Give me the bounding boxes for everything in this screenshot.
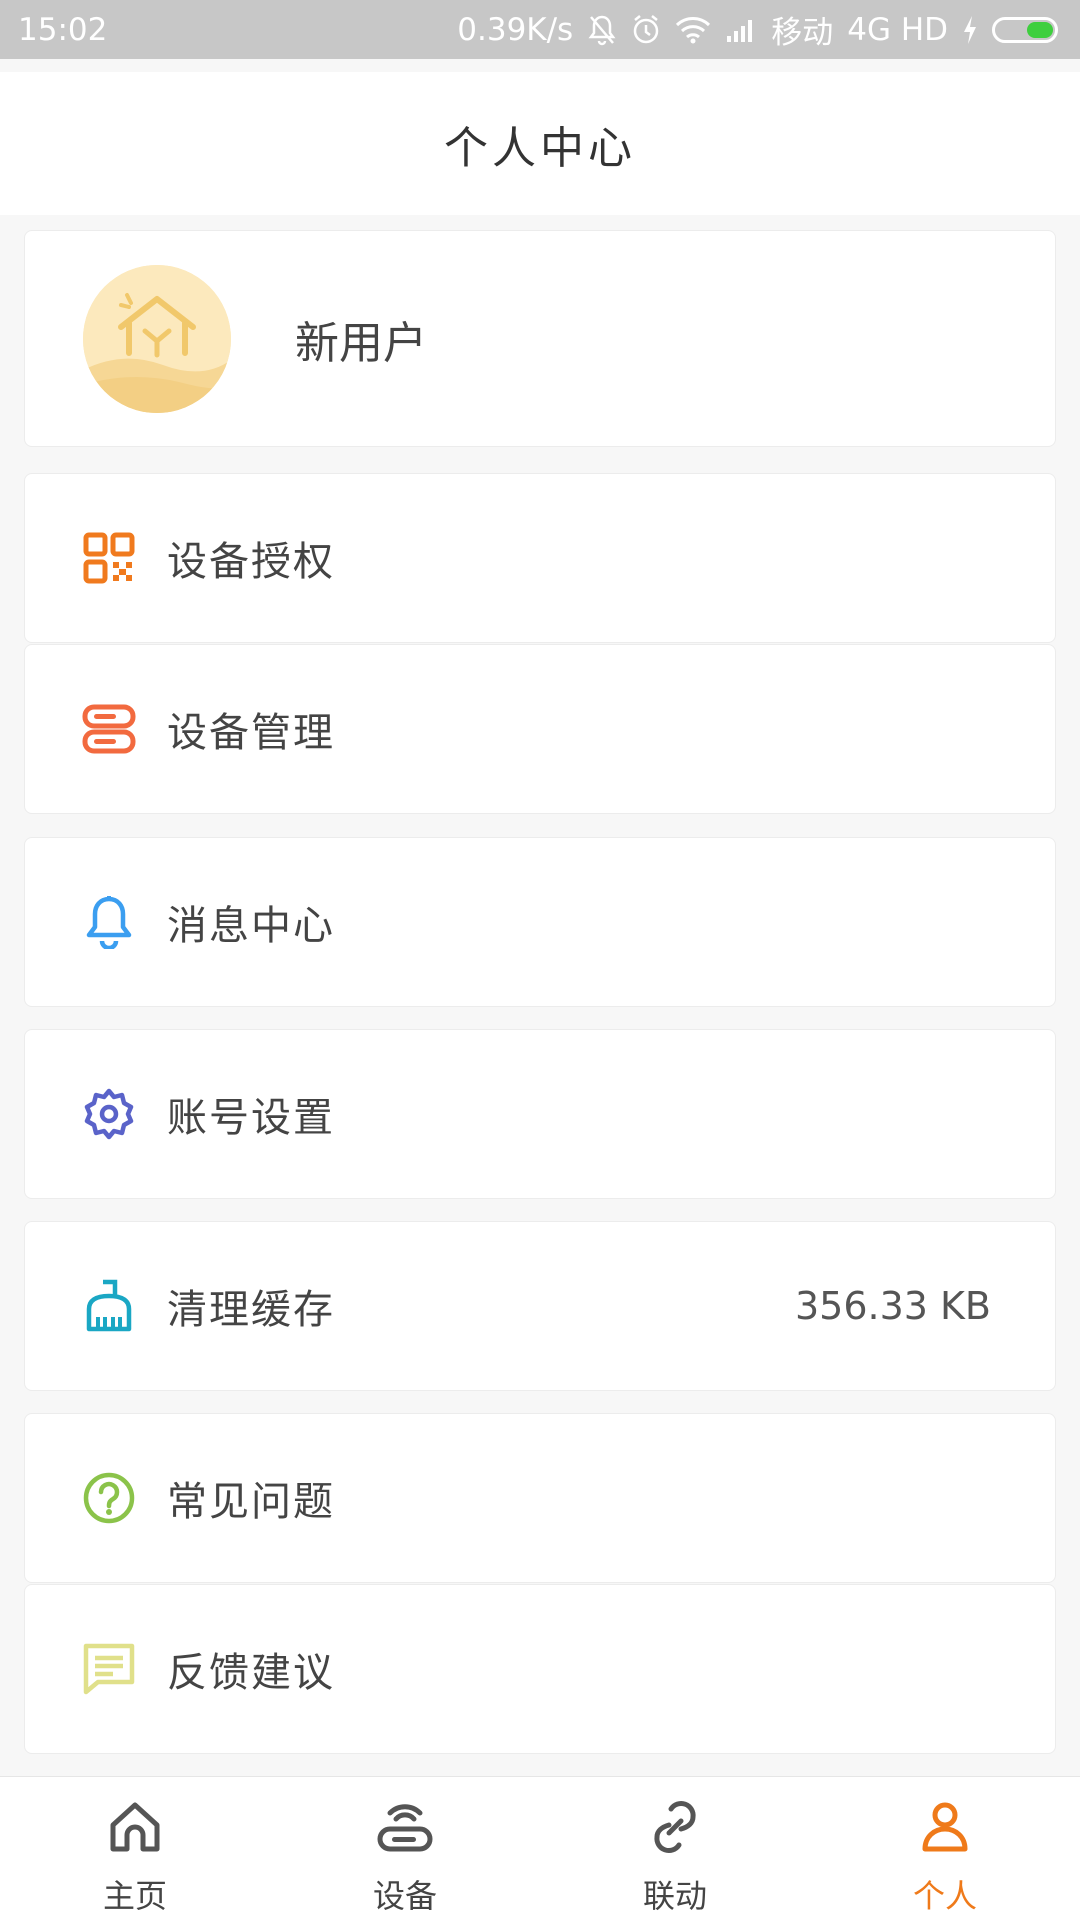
username: 新用户	[295, 317, 427, 369]
status-bar: 15:02 0.39K/s 移动 4G HD	[0, 0, 1080, 59]
menu-item-clear-cache[interactable]: 清理缓存 356.33 KB	[24, 1221, 1056, 1391]
link-icon	[645, 1797, 705, 1857]
bell-icon	[81, 894, 137, 950]
person-icon	[915, 1797, 975, 1857]
signal-icon	[725, 16, 757, 44]
page-header: 个人中心	[0, 72, 1080, 215]
house-avatar-icon	[83, 264, 231, 413]
cache-size: 356.33 KB	[794, 1284, 991, 1328]
network-speed: 0.39K/s	[457, 11, 574, 48]
gear-icon	[81, 1086, 137, 1142]
feedback-icon	[81, 1641, 137, 1697]
page-title: 个人中心	[444, 122, 636, 174]
menu-item-faq[interactable]: 常见问题	[24, 1413, 1056, 1583]
tab-devices[interactable]: 设备	[270, 1777, 540, 1921]
menu-label: 反馈建议	[167, 1650, 335, 1696]
menu-item-feedback[interactable]: 反馈建议	[24, 1584, 1056, 1754]
menu-label: 常见问题	[167, 1479, 335, 1525]
home-icon	[105, 1797, 165, 1857]
tab-linkage[interactable]: 联动	[540, 1777, 810, 1921]
wifi-icon	[675, 15, 711, 45]
mute-bell-icon	[587, 14, 617, 46]
battery-icon	[992, 16, 1058, 43]
router-icon	[375, 1797, 435, 1857]
menu-label: 设备管理	[167, 710, 335, 756]
menu-label: 消息中心	[167, 903, 335, 949]
help-circle-icon	[81, 1470, 137, 1526]
menu-label: 账号设置	[167, 1095, 335, 1141]
charging-icon	[962, 15, 978, 45]
tab-label: 联动	[642, 1877, 707, 1915]
bottom-tab-bar: 主页 设备 联动 个人	[0, 1776, 1080, 1921]
profile-card[interactable]: 新用户	[24, 230, 1056, 447]
menu-item-account-settings[interactable]: 账号设置	[24, 1029, 1056, 1199]
tab-label: 个人	[912, 1877, 977, 1915]
menu-label: 清理缓存	[167, 1287, 335, 1333]
menu-item-messages[interactable]: 消息中心	[24, 837, 1056, 1007]
alarm-icon	[631, 14, 661, 46]
broom-icon	[81, 1278, 137, 1334]
server-icon	[81, 701, 137, 757]
qr-code-icon	[81, 530, 137, 586]
tab-home[interactable]: 主页	[0, 1777, 270, 1921]
status-time: 15:02	[18, 11, 108, 48]
menu-label: 设备授权	[167, 539, 335, 585]
tab-label: 设备	[372, 1877, 437, 1915]
tab-personal[interactable]: 个人	[810, 1777, 1080, 1921]
menu-item-device-manage[interactable]: 设备管理	[24, 644, 1056, 814]
carrier-label: 移动	[771, 15, 834, 51]
tab-label: 主页	[102, 1877, 167, 1915]
network-type: 4G HD	[847, 11, 948, 48]
menu-item-device-auth[interactable]: 设备授权	[24, 473, 1056, 643]
